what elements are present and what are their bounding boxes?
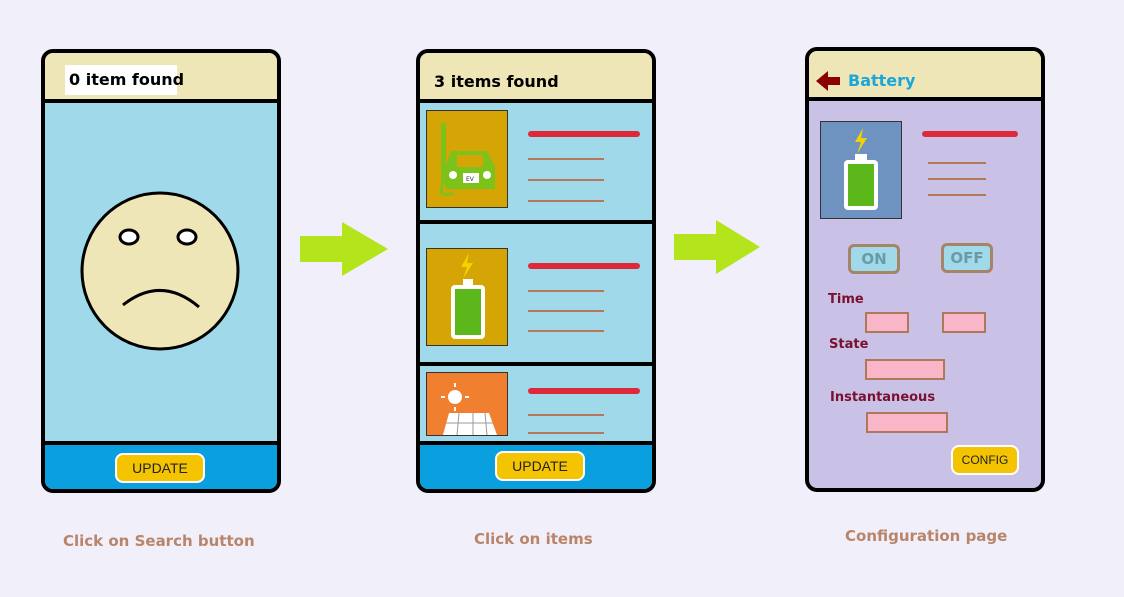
config-title: Battery xyxy=(848,71,916,90)
update-footer: UPDATE xyxy=(420,441,652,489)
screen-battery-config: Battery ON OFF Time State Instantaneous … xyxy=(805,47,1045,492)
update-footer: UPDATE xyxy=(45,441,277,489)
time-label: Time xyxy=(828,292,864,307)
battery-image xyxy=(820,121,902,219)
back-arrow-icon[interactable] xyxy=(816,71,842,91)
off-toggle-button[interactable]: OFF xyxy=(941,243,993,273)
config-button[interactable]: CONFIG xyxy=(951,445,1019,475)
battery-icon xyxy=(426,248,508,346)
results-header: 3 items found xyxy=(420,53,652,103)
list-item-solar[interactable] xyxy=(420,366,652,438)
time-field-1[interactable] xyxy=(865,312,909,333)
instantaneous-field[interactable] xyxy=(866,412,948,433)
on-toggle-button[interactable]: ON xyxy=(848,244,900,274)
caption-search: Click on Search button xyxy=(63,532,255,550)
flow-arrow-1 xyxy=(300,222,388,276)
caption-config: Configuration page xyxy=(845,527,1008,545)
state-field[interactable] xyxy=(865,359,945,380)
caption-items: Click on items xyxy=(474,530,593,548)
state-label: State xyxy=(829,337,869,352)
instantaneous-label: Instantaneous xyxy=(830,390,936,405)
screen-empty-results: 0 item found UPDATE xyxy=(41,49,281,493)
flow-arrow-2 xyxy=(674,220,760,274)
screen-results-list: 3 items found EV UPDATE xyxy=(416,49,656,493)
results-count-title: 3 items found xyxy=(434,72,559,91)
ev-badge-text: EV xyxy=(466,176,475,183)
config-header: Battery xyxy=(809,51,1041,101)
update-button[interactable]: UPDATE xyxy=(495,451,585,481)
time-field-2[interactable] xyxy=(942,312,986,333)
solar-panel-icon xyxy=(426,372,508,436)
sad-face-icon xyxy=(80,191,240,351)
list-item-ev-charger[interactable]: EV xyxy=(420,103,652,224)
ev-car-icon: EV xyxy=(426,110,508,208)
list-item-battery[interactable] xyxy=(420,242,652,366)
update-button[interactable]: UPDATE xyxy=(115,453,205,483)
